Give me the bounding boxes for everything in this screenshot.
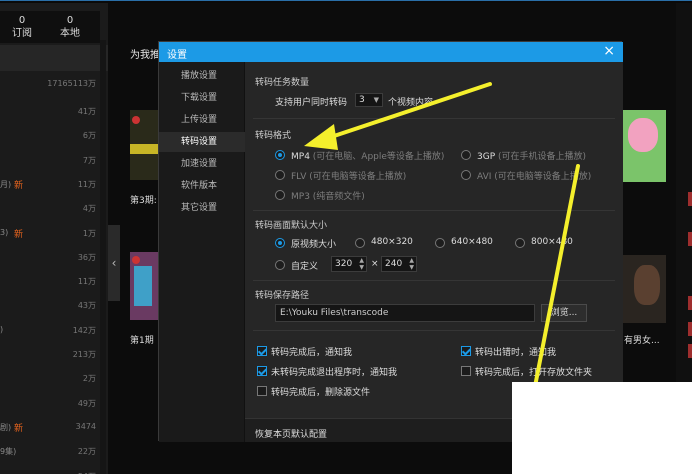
white-overlay <box>512 382 692 474</box>
annotation-arrow-line-2 <box>528 164 580 414</box>
annotation-arrow-line-1 <box>326 82 492 140</box>
app-window: 0 订阅 0 本地 17165113万 41万 6万 7万 月) 新 11万 4万 3) 新 1万… <box>0 0 692 474</box>
annotation-arrowhead-1 <box>304 124 338 150</box>
